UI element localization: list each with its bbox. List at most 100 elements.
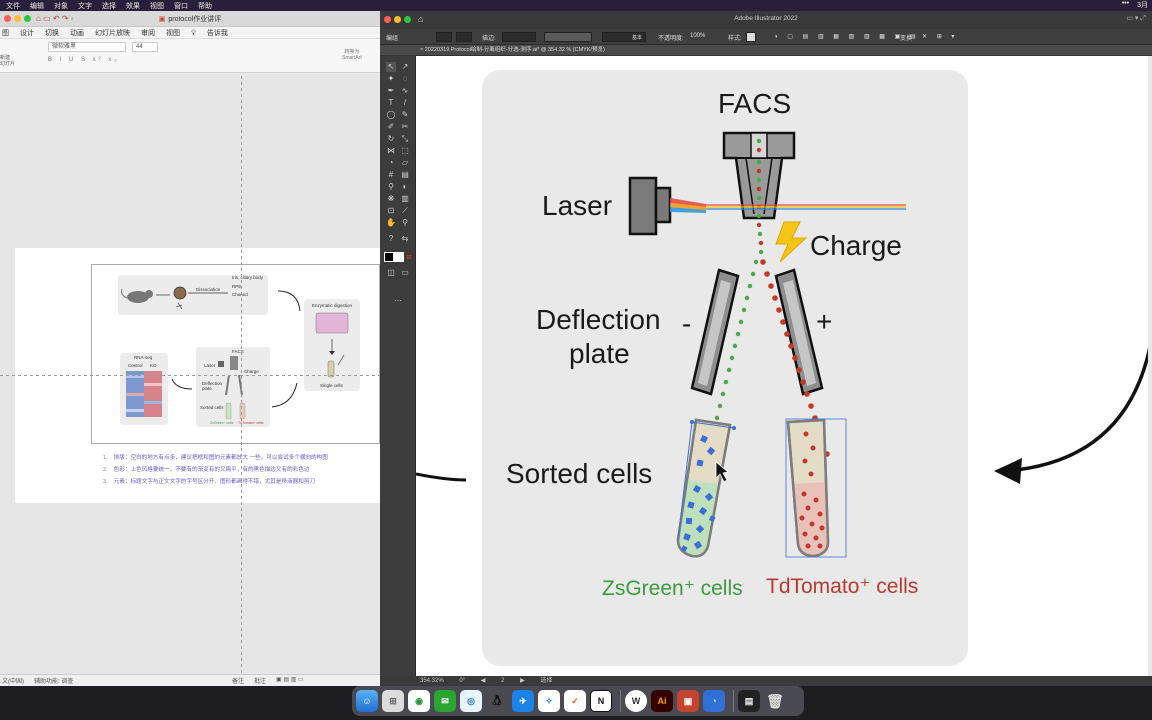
tab-slideshow[interactable]: 幻灯片放映 (95, 28, 130, 38)
text-format-buttons[interactable]: B I U S x² x₂ (48, 57, 120, 63)
artboard-tool-icon[interactable]: ⊡ (386, 206, 396, 216)
notion-icon[interactable]: N (590, 690, 612, 712)
screen-mode-icon[interactable]: ▭ (400, 268, 410, 278)
menu-select[interactable]: 选择 (102, 1, 116, 11)
safari-icon[interactable]: ✧ (538, 690, 560, 712)
menu-object[interactable]: 对象 (54, 1, 68, 11)
label-deflection-line2[interactable]: plate (569, 338, 630, 370)
zoom-tool-icon[interactable]: ⚲ (400, 218, 410, 228)
launchpad-icon[interactable]: ⊞ (382, 690, 404, 712)
ellipse-tool-icon[interactable]: ◯ (386, 110, 396, 120)
mesh-tool-icon[interactable]: # (386, 170, 396, 180)
rotation-value[interactable]: 0° (459, 678, 465, 684)
scale-tool-icon[interactable]: ⤡ (400, 134, 410, 144)
selection-tool-icon[interactable]: ↖ (386, 62, 396, 72)
ai-vertical-scrollbar[interactable] (1148, 56, 1152, 676)
gradient-tool-icon[interactable]: ▤ (400, 170, 410, 180)
label-sorted-cells[interactable]: Sorted cells (506, 458, 652, 490)
chrome-icon[interactable]: ◉ (408, 690, 430, 712)
fill-color-icon[interactable] (384, 252, 394, 262)
quick-access-toolbar[interactable]: ⌂ ▭ ↶ ↷ ◦ (36, 14, 74, 23)
slice-tool-icon[interactable]: ⟋ (400, 206, 410, 216)
pen-tool-icon[interactable]: ✒ (386, 86, 396, 96)
tab-animations[interactable]: 动画 (70, 28, 84, 38)
paintbrush-tool-icon[interactable]: ✎ (400, 110, 410, 120)
label-deflection-line1[interactable]: Deflection (536, 304, 661, 336)
wechat-icon[interactable]: ✉ (434, 690, 456, 712)
label-laser[interactable]: Laser (542, 190, 612, 222)
fill-swatch[interactable] (436, 32, 452, 42)
tab-view[interactable]: 视图 (166, 28, 180, 38)
shaper-tool-icon[interactable]: ✐ (386, 122, 396, 132)
draw-mode-icon[interactable]: ◫ (386, 268, 396, 278)
status-notes-button[interactable]: 备注 (232, 676, 244, 685)
qq-icon[interactable]: 🐧︎ (486, 690, 508, 712)
reminders-icon[interactable]: ✓ (564, 690, 586, 712)
hand-tool-icon[interactable]: ✋ (386, 218, 396, 228)
powerpoint-icon[interactable]: ▣ (677, 690, 699, 712)
status-language[interactable]: 文(中国) (2, 676, 24, 685)
align-buttons-icon[interactable]: ◑ ▢ ▤ ▥ ▦ ▧ ▨ ▩ ▣ ▤ (774, 33, 920, 40)
menu-view[interactable]: 视图 (150, 1, 164, 11)
menu-edit[interactable]: 编辑 (30, 1, 44, 11)
font-size-select[interactable]: 44 (132, 42, 158, 52)
tab-insert-partial[interactable]: 图 (2, 28, 9, 38)
artboard-nav-icon[interactable]: ◀ (481, 678, 486, 684)
tab-review[interactable]: 审阅 (141, 28, 155, 38)
isolate-icons[interactable]: ✕ ⊞ ▾ (922, 33, 958, 40)
stroke-weight-input[interactable] (502, 32, 536, 42)
free-transform-tool-icon[interactable]: ⬚ (400, 146, 410, 156)
slide-figure-frame[interactable]: Dissociation Iris, ciliary body RPE Chor… (91, 264, 380, 444)
artboard-number[interactable]: 2 (501, 678, 504, 684)
finder-icon[interactable]: ☺ (356, 690, 378, 712)
symbol-sprayer-tool-icon[interactable]: ❋ (386, 194, 396, 204)
tell-me-search[interactable]: 💡︎ 告诉我 (191, 28, 239, 38)
status-accessibility[interactable]: 辅助功能: 调查 (34, 676, 73, 685)
edit-toolbar-icon[interactable]: ⋯ (393, 296, 403, 306)
label-facs[interactable]: FACS (718, 88, 791, 120)
magic-wand-tool-icon[interactable]: ✦ (386, 74, 396, 84)
close-window-button[interactable] (4, 15, 11, 22)
menu-type[interactable]: 文字 (78, 1, 92, 11)
zoom-level[interactable]: 354.32% (420, 678, 444, 684)
label-zsgreen-cells[interactable]: ZsGreen⁺ cells (602, 576, 743, 601)
label-charge[interactable]: Charge (810, 230, 902, 262)
menu-file[interactable]: 文件 (6, 1, 20, 11)
transform-button[interactable]: 变换 (900, 33, 912, 42)
blend-tool-icon[interactable]: ◐ (400, 182, 410, 192)
font-family-select[interactable]: 微软雅黑 (48, 42, 126, 52)
new-slide-button[interactable]: 新建 幻灯片 (0, 55, 15, 67)
ppt-slide-canvas[interactable]: Dissociation Iris, ciliary body RPE Chor… (0, 76, 380, 674)
mail-icon[interactable]: ✈ (512, 690, 534, 712)
menu-effect[interactable]: 效果 (126, 1, 140, 11)
minimize-window-button[interactable] (14, 15, 21, 22)
zoom-window-button[interactable] (24, 15, 31, 22)
graph-tool-icon[interactable]: ▥ (400, 194, 410, 204)
workspace-switcher-icon[interactable]: ▭ ▾ ⤢ (1126, 14, 1146, 23)
quicktime-icon[interactable]: ◔ (703, 690, 725, 712)
scissors-tool-icon[interactable]: ✂ (400, 122, 410, 132)
swap-fill-stroke-icon[interactable]: ⇆ (400, 234, 410, 244)
width-tool-icon[interactable]: ⋈ (386, 146, 396, 156)
variable-width-select[interactable] (544, 32, 592, 42)
status-comments-button[interactable]: 批注 (254, 676, 266, 685)
help-icon[interactable]: ? (386, 234, 396, 244)
qq-browser-icon[interactable]: ◎ (460, 690, 482, 712)
document-icon[interactable]: ▤ (738, 690, 760, 712)
label-tdtomato-cells[interactable]: TdTomato⁺ cells (766, 574, 918, 599)
menubar-more-icon[interactable]: ••• (1122, 0, 1129, 10)
menu-window[interactable]: 窗口 (174, 1, 188, 11)
none-color-icon[interactable]: ⧄ (404, 252, 414, 262)
trash-icon[interactable]: 🗑︎ (764, 690, 786, 712)
tab-design[interactable]: 设计 (20, 28, 34, 38)
tab-transitions[interactable]: 切换 (45, 28, 59, 38)
brush-select[interactable]: 基本 (602, 32, 646, 42)
perspective-tool-icon[interactable]: ▱ (400, 158, 410, 168)
eyedropper-tool-icon[interactable]: ⚲ (386, 182, 396, 192)
menubar-date[interactable]: 3月 (1137, 0, 1148, 10)
opacity-value[interactable]: 100% (690, 33, 705, 39)
label-minus[interactable]: - (682, 308, 691, 340)
convert-smartart-button[interactable]: 转换为 SmartArt (342, 49, 362, 61)
artboard-next-icon[interactable]: ▶ (520, 678, 525, 684)
stroke-swatch[interactable] (456, 32, 472, 42)
